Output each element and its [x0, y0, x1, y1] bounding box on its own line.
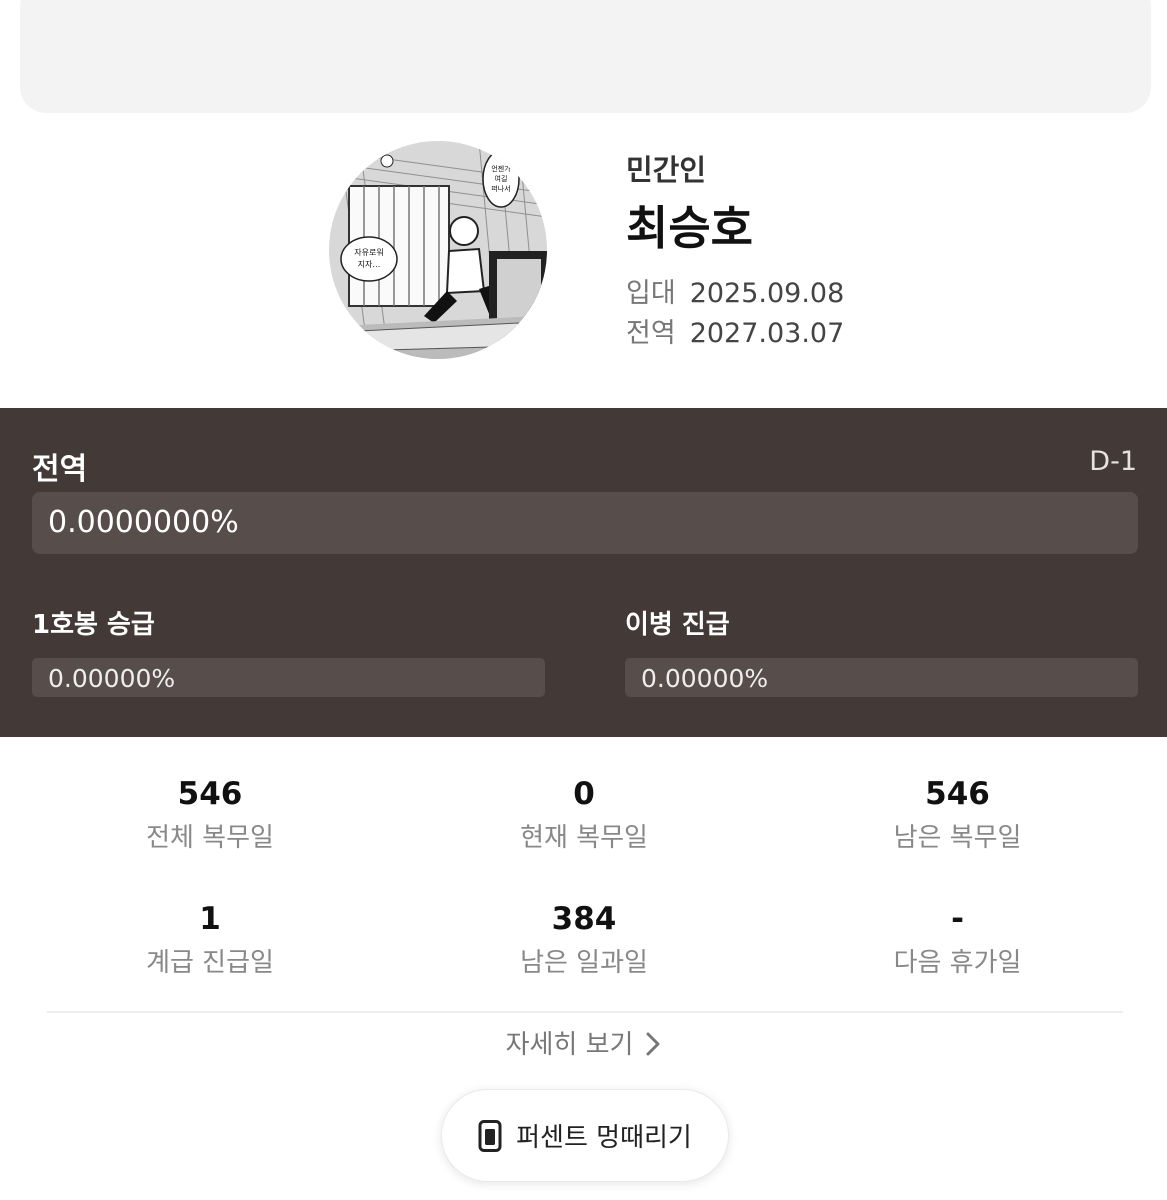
promotion-1-progress-bar[interactable]: 0.00000%: [32, 658, 545, 697]
svg-text:자유로워: 자유로워: [354, 248, 383, 257]
promotion-2-progress-bar[interactable]: 0.00000%: [625, 658, 1138, 697]
stat-label: 현재 복무일: [520, 823, 648, 853]
avatar-illustration: 자유로워 지자… 언젠가 여길 떠나서: [329, 141, 547, 359]
stat-rank-promotion-days: 1 계급 진급일: [23, 897, 397, 1022]
stat-current-days: 0 현재 복무일: [397, 772, 771, 897]
promotion-1: 1호봉 승급 0.00000%: [32, 604, 545, 697]
avatar[interactable]: 자유로워 지자… 언젠가 여길 떠나서: [329, 141, 547, 359]
percent-idle-label: 퍼센트 멍때리기: [516, 1123, 692, 1153]
enlist-date: 2025.09.08: [689, 278, 845, 309]
discharge-date: 2027.03.07: [689, 318, 845, 349]
stats-grid: 546 전체 복무일 0 현재 복무일 546 남은 복무일 1 계급 진급일 …: [23, 772, 1144, 1022]
stat-remaining-days: 546 남은 복무일: [771, 772, 1144, 897]
stat-value: -: [951, 901, 964, 937]
svg-text:지자…: 지자…: [358, 260, 381, 269]
svg-text:떠나서: 떠나서: [491, 184, 510, 193]
stat-remaining-workdays: 384 남은 일과일: [397, 897, 771, 1022]
promotion-2: 이병 진급 0.00000%: [625, 604, 1138, 697]
svg-text:여길: 여길: [495, 174, 508, 183]
promotion-1-progress-text: 0.00000%: [48, 664, 176, 693]
chevron-right-icon: [646, 1032, 660, 1056]
promotion-2-progress-text: 0.00000%: [641, 664, 769, 693]
discharge-progress-bar[interactable]: 0.0000000%: [32, 492, 1138, 554]
stat-label: 남은 일과일: [520, 948, 648, 978]
top-banner[interactable]: [20, 0, 1151, 113]
stat-value: 546: [925, 776, 990, 812]
view-details-label: 자세히 보기: [505, 1030, 634, 1060]
discharge-progress-text: 0.0000000%: [48, 505, 239, 540]
promotion-1-title: 1호봉 승급: [32, 610, 155, 640]
stat-label: 계급 진급일: [146, 948, 274, 978]
stat-label: 전체 복무일: [146, 823, 274, 853]
divider: [47, 1011, 1123, 1013]
phone-icon: [478, 1119, 502, 1152]
stat-value: 0: [573, 776, 595, 812]
stat-total-days: 546 전체 복무일: [23, 772, 397, 897]
stat-value: 1: [199, 901, 221, 937]
profile-info: 민간인 최승호 입대 2025.09.08 전역 2027.03.07: [626, 150, 844, 354]
enlist-label: 입대: [626, 278, 676, 309]
view-details-link[interactable]: 자세히 보기: [0, 1025, 1167, 1065]
progress-panel: 전역 D-1 0.0000000% 1호봉 승급 0.00000% 이병 진급 …: [0, 408, 1167, 737]
stat-next-leave: - 다음 휴가일: [771, 897, 1144, 1022]
enlist-date-row: 입대 2025.09.08: [626, 274, 844, 314]
svg-text:언젠가: 언젠가: [491, 164, 511, 173]
stat-label: 다음 휴가일: [893, 948, 1022, 978]
stat-value: 384: [551, 901, 617, 937]
profile-name: 최승호: [626, 201, 753, 255]
profile-role: 민간인: [626, 153, 707, 187]
promotion-2-title: 이병 진급: [625, 610, 730, 640]
discharge-label: 전역: [626, 318, 676, 349]
discharge-date-row: 전역 2027.03.07: [626, 314, 844, 354]
stat-label: 남은 복무일: [893, 823, 1022, 853]
percent-idle-button[interactable]: 퍼센트 멍때리기: [441, 1089, 729, 1182]
discharge-title: 전역: [32, 452, 88, 487]
stat-value: 546: [177, 776, 243, 812]
dday-badge: D-1: [1089, 446, 1137, 477]
